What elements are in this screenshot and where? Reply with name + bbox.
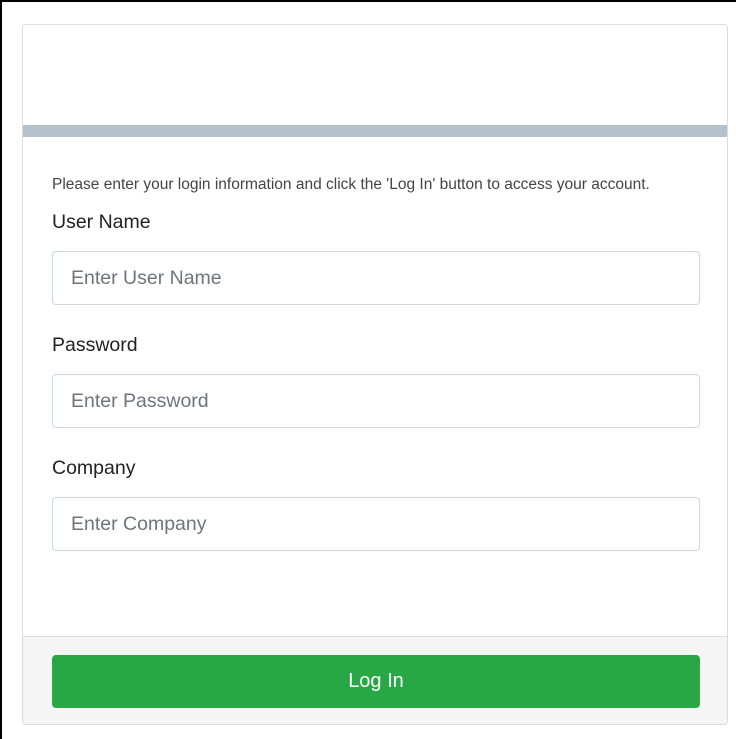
login-form: Please enter your login information and … — [52, 137, 700, 551]
login-button[interactable]: Log In — [52, 655, 700, 708]
window-frame: Please enter your login information and … — [0, 0, 736, 739]
login-card: Please enter your login information and … — [22, 24, 728, 725]
header-divider-bar — [23, 125, 727, 137]
card-header — [23, 25, 727, 125]
company-label: Company — [52, 457, 136, 479]
username-input[interactable] — [52, 251, 700, 305]
username-label: User Name — [52, 211, 151, 233]
password-label: Password — [52, 334, 138, 356]
card-footer: Log In — [23, 636, 727, 724]
company-input[interactable] — [52, 497, 700, 551]
login-instructions: Please enter your login information and … — [52, 176, 650, 193]
password-input[interactable] — [52, 374, 700, 428]
